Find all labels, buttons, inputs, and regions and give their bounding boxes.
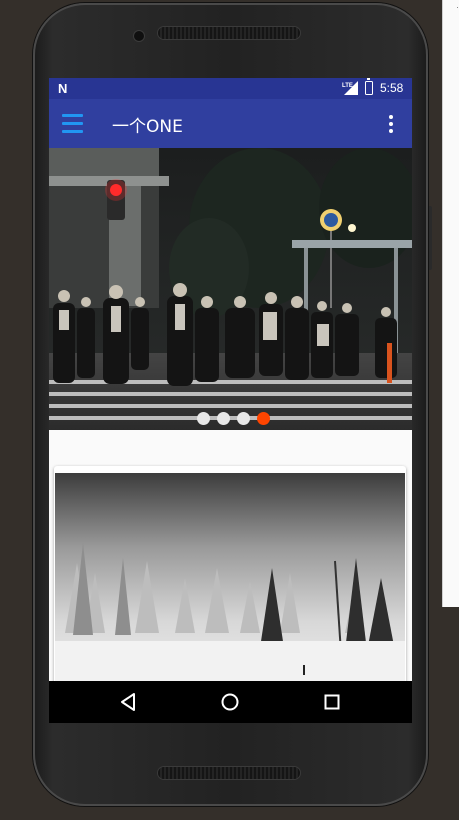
svg-text:LTE: LTE: [342, 83, 353, 89]
background-document: ·: [442, 0, 459, 607]
city-crosswalk-photo: [49, 148, 412, 430]
phone-side-button: [428, 206, 432, 270]
system-nav-bar: [49, 681, 412, 723]
recents-square-icon[interactable]: [322, 692, 342, 712]
phone-screen: N LTE 5:58 一个ONE: [49, 78, 412, 723]
hamburger-menu-icon[interactable]: [62, 113, 83, 133]
banner-carousel[interactable]: [49, 148, 412, 430]
lte-signal-icon: LTE: [342, 81, 358, 95]
snowy-forest-photo: [55, 473, 405, 686]
status-time: 5:58: [380, 81, 404, 95]
front-camera: [134, 31, 144, 41]
content-list: [49, 430, 412, 686]
top-speaker-grille: [158, 27, 300, 39]
status-bar: N LTE 5:58: [49, 78, 412, 99]
carousel-dot[interactable]: [217, 412, 230, 425]
carousel-dot[interactable]: [257, 412, 270, 425]
app-toolbar: 一个ONE: [49, 99, 412, 148]
article-card[interactable]: [54, 466, 406, 686]
app-title: 一个ONE: [112, 117, 183, 137]
home-circle-icon[interactable]: [220, 692, 240, 712]
bottom-speaker-grille: [158, 767, 300, 779]
battery-icon: [365, 78, 373, 95]
carousel-dot[interactable]: [197, 412, 210, 425]
more-vert-icon[interactable]: [388, 115, 394, 133]
back-triangle-icon[interactable]: [118, 692, 138, 712]
carousel-dot[interactable]: [237, 412, 250, 425]
notification-n-icon: N: [58, 81, 68, 96]
